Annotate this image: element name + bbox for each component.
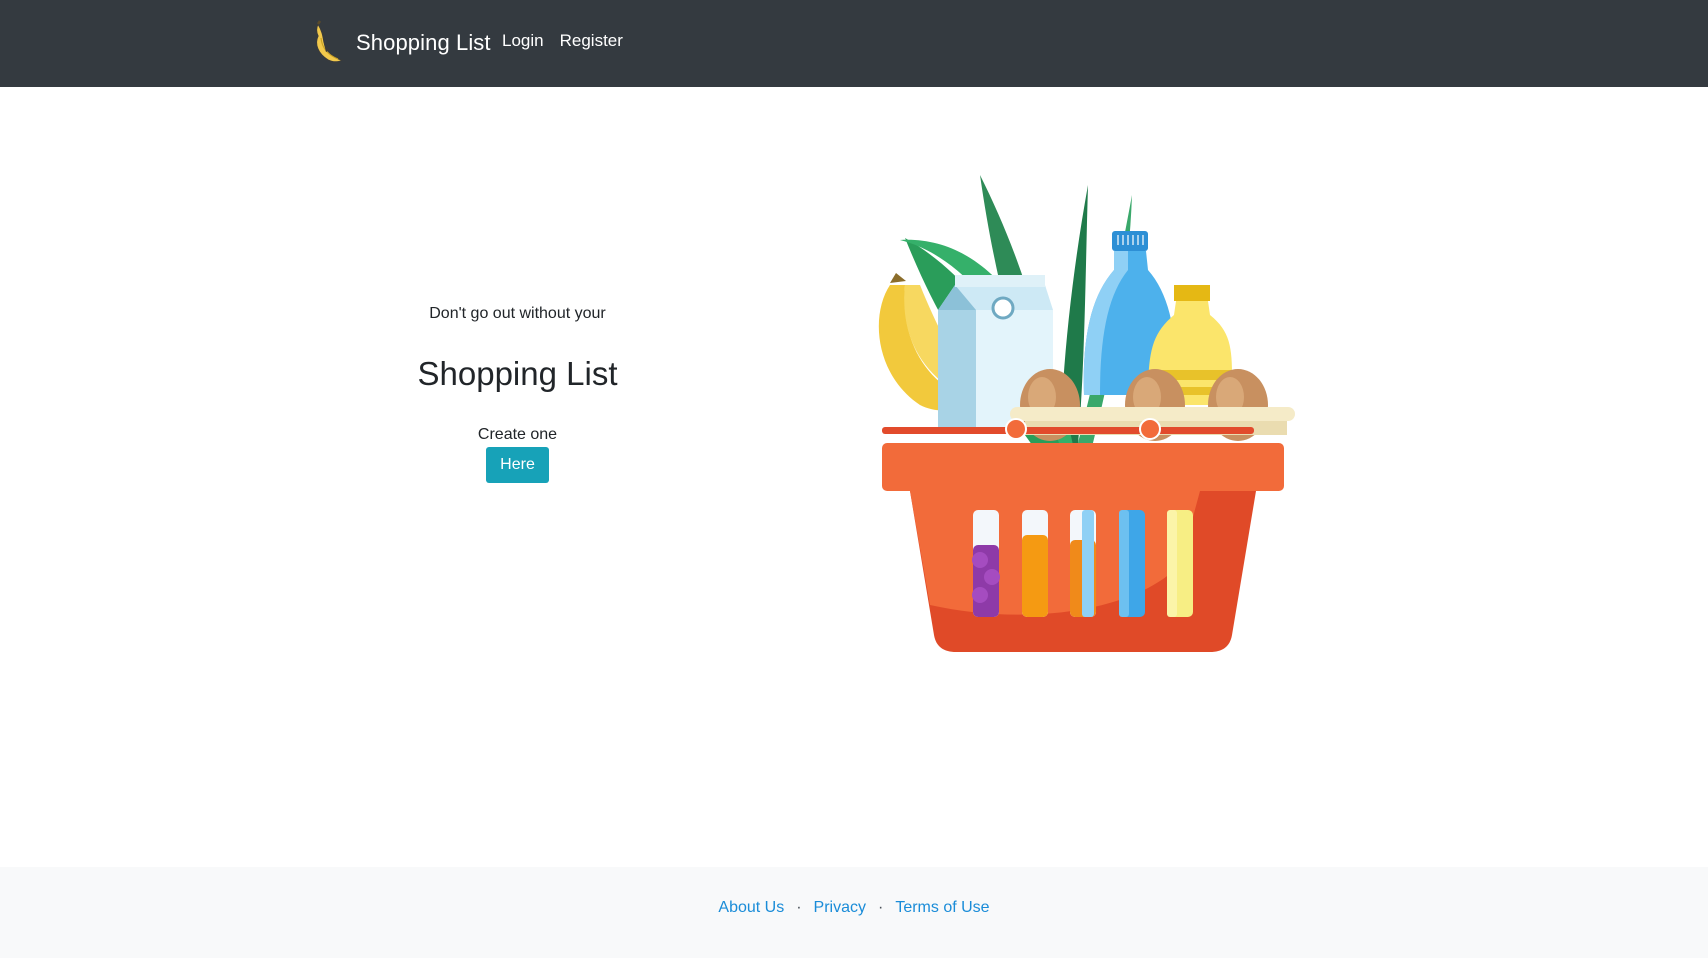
footer-about-us-link[interactable]: About Us xyxy=(718,899,784,916)
brand-link[interactable]: Shopping List xyxy=(308,18,491,68)
footer: About Us · Privacy · Terms of Use xyxy=(0,867,1708,958)
footer-privacy-link[interactable]: Privacy xyxy=(814,899,866,916)
grocery-basket-illustration xyxy=(860,165,1300,655)
footer-links: About Us · Privacy · Terms of Use xyxy=(0,899,1708,917)
nav-login-link[interactable]: Login xyxy=(502,31,544,51)
brand-title: Shopping List xyxy=(356,30,491,55)
footer-separator: · xyxy=(796,899,802,916)
top-navbar: Shopping List Login Register xyxy=(0,0,1708,87)
nav-links: Login Register xyxy=(502,31,639,51)
hero-section: Don't go out without your Shopping List … xyxy=(330,305,705,483)
create-one-text: Create one xyxy=(477,426,558,443)
hero-title: Shopping List xyxy=(417,355,618,392)
hero-tagline: Don't go out without your xyxy=(429,305,606,322)
here-button[interactable]: Here xyxy=(486,447,549,483)
grocery-basket-svg xyxy=(878,175,1295,652)
banana-icon xyxy=(315,20,344,63)
footer-terms-link[interactable]: Terms of Use xyxy=(895,899,989,916)
nav-register-link[interactable]: Register xyxy=(560,31,623,51)
footer-separator: · xyxy=(878,899,884,916)
